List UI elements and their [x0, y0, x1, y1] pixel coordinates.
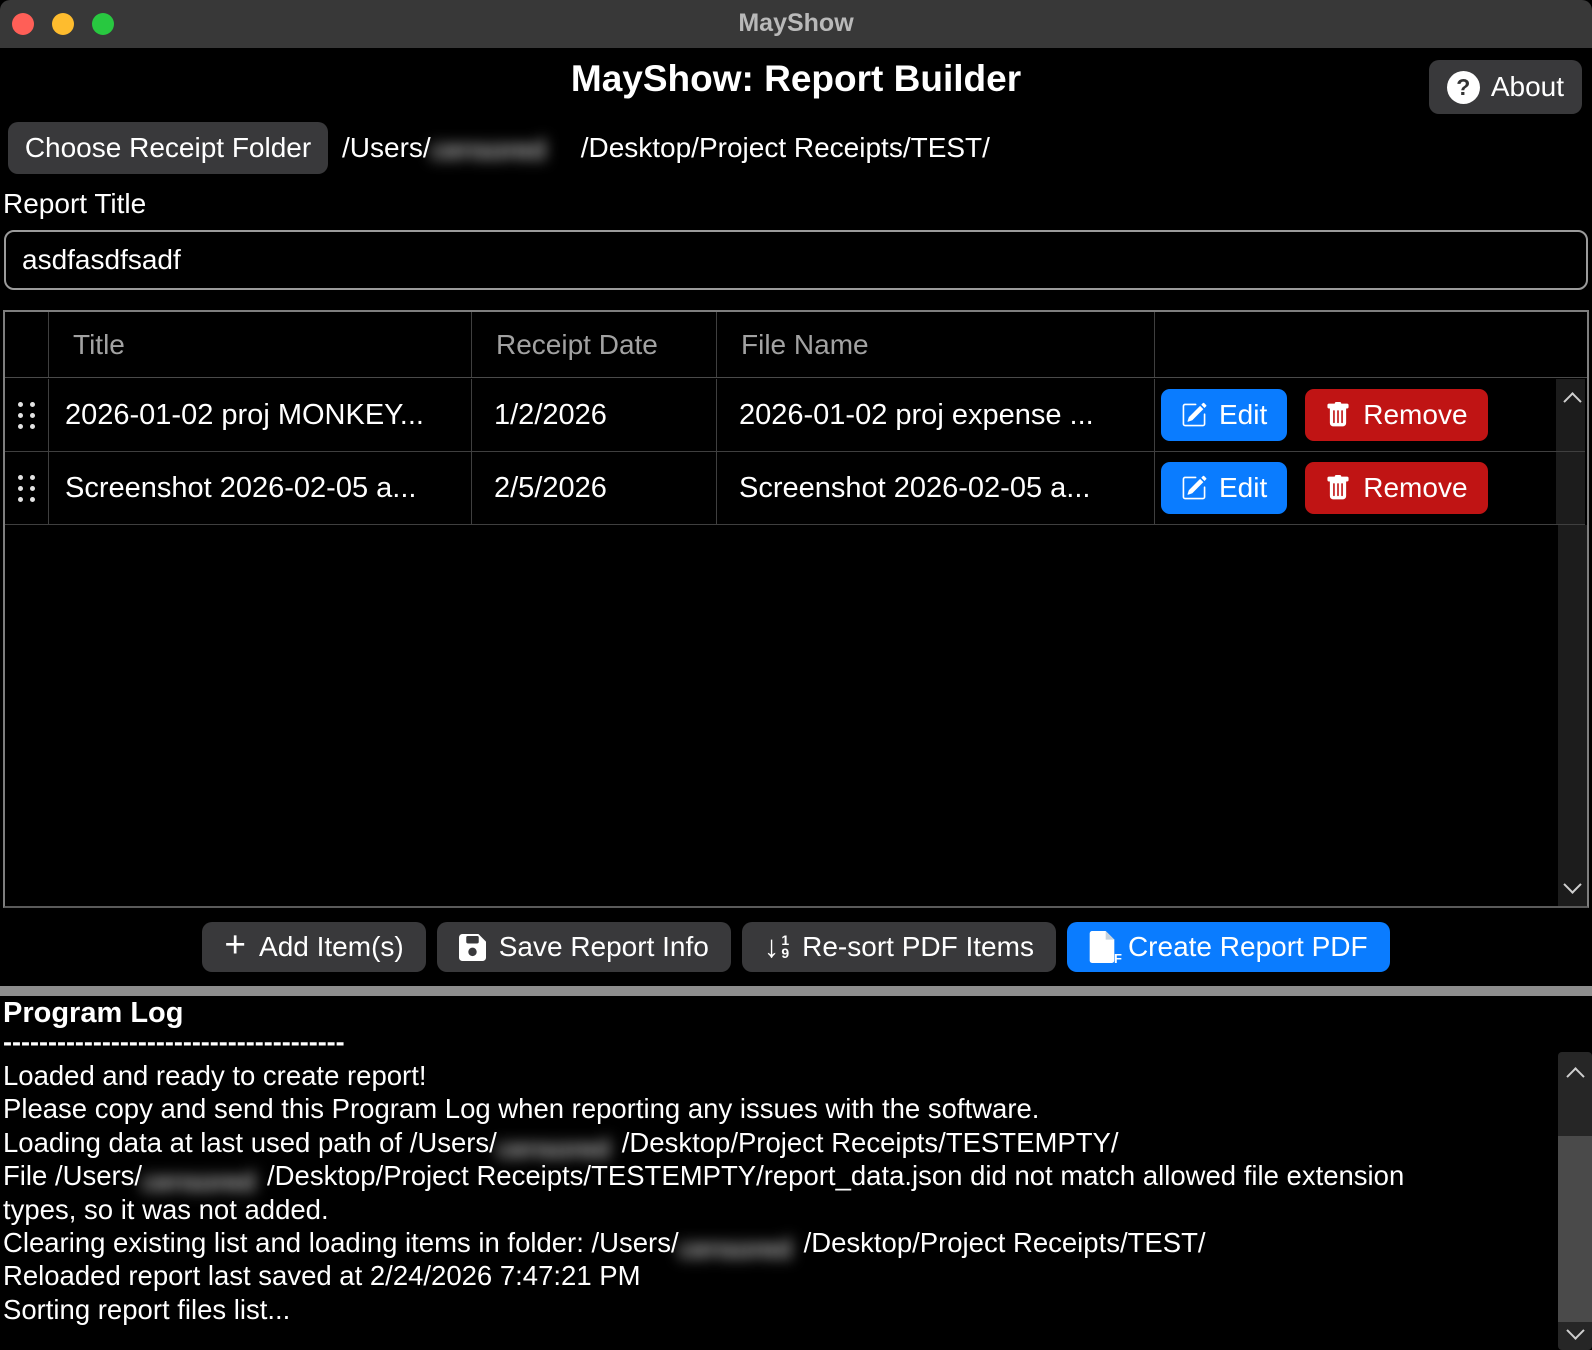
table-row: 2026-01-02 proj MONKEY... 1/2/2026 2026-…	[5, 379, 1587, 452]
cell-file-name: Screenshot 2026-02-05 a...	[717, 452, 1155, 525]
column-header-actions	[1155, 312, 1587, 377]
redacted-text: censored	[142, 1165, 267, 1193]
column-header-drag	[5, 312, 49, 377]
trash-icon	[1325, 475, 1351, 501]
resort-pdf-items-button[interactable]: ↓ 1 9 Re-sort PDF Items	[742, 922, 1056, 972]
page-title: MayShow: Report Builder	[0, 58, 1592, 100]
actions-toolbar: + Add Item(s) Save Report Info ↓ 1 9 Re-…	[0, 908, 1592, 986]
column-header-title: Title	[49, 312, 472, 377]
about-button-label: About	[1491, 71, 1564, 103]
log-line: Loaded and ready to create report!	[3, 1059, 1433, 1092]
cell-receipt-date: 1/2/2026	[472, 379, 717, 452]
cell-title: Screenshot 2026-02-05 a...	[49, 452, 472, 525]
items-table: Title Receipt Date File Name 2026-01-02 …	[3, 310, 1589, 908]
save-report-info-button[interactable]: Save Report Info	[437, 922, 731, 972]
cell-actions: Edit Remove	[1155, 452, 1556, 525]
window-title: MayShow	[0, 9, 1592, 38]
log-line: Sorting report files list...	[3, 1293, 1433, 1326]
plus-icon: +	[224, 931, 246, 959]
edit-button[interactable]: Edit	[1161, 389, 1287, 441]
log-scroll-down-button[interactable]	[1558, 1318, 1592, 1348]
drag-handle[interactable]	[5, 452, 49, 525]
redacted-text: censored	[497, 1132, 622, 1160]
report-title-input[interactable]	[4, 230, 1588, 290]
scroll-down-button[interactable]	[1558, 872, 1587, 902]
table-row: Screenshot 2026-02-05 a... 2/5/2026 Scre…	[5, 452, 1587, 525]
path-prefix: /Users/	[342, 132, 431, 164]
chevron-up-icon	[1563, 392, 1581, 410]
redacted-username: censored	[431, 134, 581, 162]
log-line: Reloaded report last saved at 2/24/2026 …	[3, 1259, 1433, 1292]
cell-title: 2026-01-02 proj MONKEY...	[49, 379, 472, 452]
program-log-body: Loaded and ready to create report! Pleas…	[3, 1059, 1433, 1326]
log-line: Please copy and send this Program Log wh…	[3, 1092, 1433, 1125]
remove-button[interactable]: Remove	[1305, 389, 1487, 441]
log-line: File /Users/censored/Desktop/Project Rec…	[3, 1159, 1433, 1226]
chevron-down-icon	[1566, 1321, 1584, 1339]
floppy-disk-icon	[459, 934, 486, 961]
table-scrollbar-track[interactable]	[1558, 525, 1587, 906]
cell-actions: Edit Remove	[1155, 379, 1556, 452]
path-suffix: /Desktop/Project Receipts/TEST/	[581, 132, 990, 164]
program-log-divider: --------------------------------------	[3, 1027, 345, 1058]
chevron-up-icon	[1566, 1067, 1584, 1085]
log-scrollbar-thumb[interactable]	[1558, 1136, 1592, 1322]
column-header-file-name: File Name	[717, 312, 1155, 377]
add-items-button[interactable]: + Add Item(s)	[202, 922, 425, 972]
chevron-down-icon	[1563, 875, 1581, 893]
redacted-text: censored	[679, 1232, 804, 1260]
create-report-pdf-button[interactable]: PDF Create Report PDF	[1067, 922, 1390, 972]
cell-receipt-date: 2/5/2026	[472, 452, 717, 525]
report-title-label: Report Title	[3, 188, 146, 220]
log-scroll-up-button[interactable]	[1558, 1058, 1592, 1088]
scrollbar-track-segment[interactable]	[1556, 452, 1585, 525]
table-body: 2026-01-02 proj MONKEY... 1/2/2026 2026-…	[5, 379, 1587, 906]
receipt-folder-path: /Users/ censored /Desktop/Project Receip…	[342, 122, 990, 174]
pdf-file-icon: PDF	[1089, 931, 1115, 963]
pencil-square-icon	[1181, 475, 1207, 501]
table-header-row: Title Receipt Date File Name	[5, 312, 1587, 378]
about-button[interactable]: ? About	[1429, 60, 1582, 114]
trash-icon	[1325, 402, 1351, 428]
log-scrollbar-track[interactable]	[1558, 1052, 1592, 1350]
grip-dots-icon	[18, 402, 35, 429]
choose-receipt-folder-button[interactable]: Choose Receipt Folder	[8, 122, 328, 174]
sort-numeric-down-icon: ↓ 1 9	[764, 932, 789, 962]
remove-button[interactable]: Remove	[1305, 462, 1487, 514]
scroll-up-button[interactable]	[1558, 383, 1587, 413]
grip-dots-icon	[18, 475, 35, 502]
help-icon: ?	[1447, 71, 1480, 104]
log-line: Clearing existing list and loading items…	[3, 1226, 1433, 1259]
column-header-receipt-date: Receipt Date	[472, 312, 717, 377]
pencil-square-icon	[1181, 402, 1207, 428]
program-log-heading: Program Log	[3, 997, 183, 1030]
cell-file-name: 2026-01-02 proj expense ...	[717, 379, 1155, 452]
log-line: Loading data at last used path of /Users…	[3, 1126, 1433, 1159]
edit-button[interactable]: Edit	[1161, 462, 1287, 514]
titlebar: MayShow	[0, 0, 1592, 48]
log-splitter-handle[interactable]	[0, 986, 1592, 996]
drag-handle[interactable]	[5, 379, 49, 452]
